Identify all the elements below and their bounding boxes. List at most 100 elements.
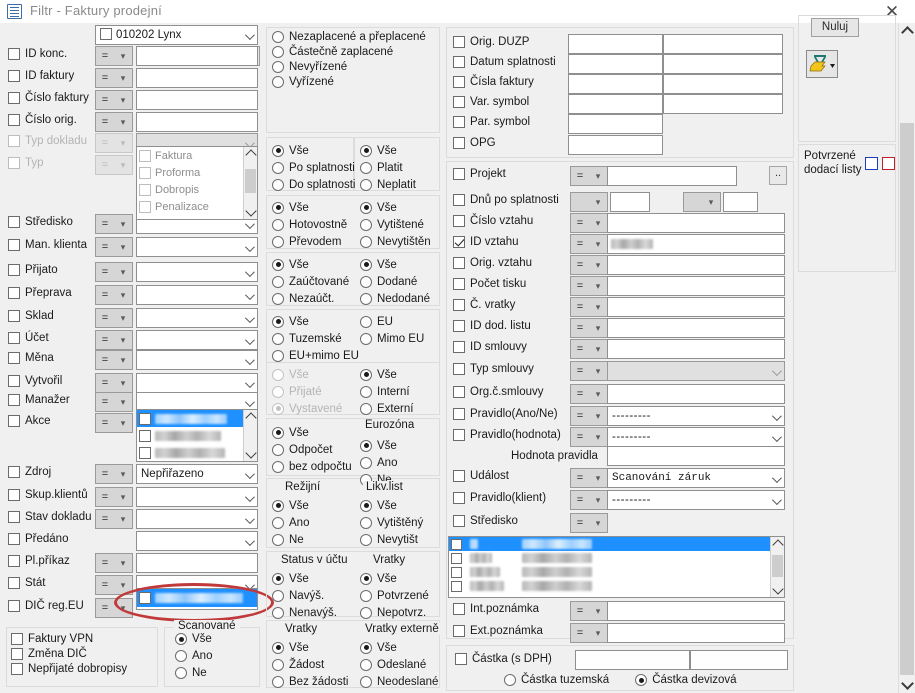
- radio-eurozona-vse[interactable]: [360, 439, 372, 452]
- operator-combo-manazer[interactable]: = ▾: [95, 392, 133, 412]
- checkbox-man-klienta[interactable]: [8, 239, 20, 251]
- row-checkbox[interactable]: [451, 566, 462, 578]
- company-checkbox[interactable]: [100, 28, 112, 40]
- radio-zauctovani-vse[interactable]: [272, 258, 284, 271]
- list-item[interactable]: [137, 410, 257, 427]
- scroll-down-icon[interactable]: [901, 677, 914, 690]
- checkbox-dnu-po-splatnosti[interactable]: [453, 194, 465, 206]
- combo-vytvoril[interactable]: [136, 373, 258, 393]
- operator-combo-id-dod-listu[interactable]: = ▾: [570, 318, 608, 338]
- radio-uzemi-eu-mimo-eu[interactable]: [272, 349, 284, 362]
- operator-combo-pl-prikaz[interactable]: = ▾: [95, 553, 133, 573]
- operator-combo-id-konc[interactable]: = ▾: [95, 46, 133, 66]
- checkbox-pravidlo-ano-ne[interactable]: [453, 408, 465, 420]
- radio-odpocet-bez-odpoctu[interactable]: [272, 460, 284, 473]
- operator-combo-sklad[interactable]: = ▾: [95, 308, 133, 328]
- input-c-vratky[interactable]: [607, 297, 785, 317]
- checkbox-skup-klientu[interactable]: [8, 489, 20, 501]
- operator-combo-cislo-orig[interactable]: = ▾: [95, 112, 133, 132]
- red-checkbox[interactable]: [882, 157, 895, 170]
- checkbox-pravidlo-hodnota[interactable]: [453, 429, 465, 441]
- list-item-checkbox[interactable]: [139, 429, 151, 442]
- input-datum-splatnosti-to[interactable]: [663, 54, 783, 74]
- radio-vratky2-bez-zadosti[interactable]: [272, 675, 284, 688]
- combo-mena[interactable]: [136, 350, 258, 370]
- input-ext-poznamka[interactable]: [607, 623, 785, 643]
- operator-combo-pravidlo-ano-ne[interactable]: = ▾: [570, 406, 608, 426]
- checkbox-penalizace[interactable]: [139, 200, 151, 213]
- checkbox-par-symbol[interactable]: [453, 116, 465, 128]
- input-par-symbol-from[interactable]: [568, 114, 663, 134]
- list-item-checkbox[interactable]: [139, 412, 151, 425]
- operator-combo-pravidlo-hodnota[interactable]: = ▾: [570, 427, 608, 447]
- operator-combo-projekt[interactable]: = ▾: [570, 166, 608, 186]
- operator-combo-id-smlouvy[interactable]: = ▾: [570, 339, 608, 359]
- radio-rezijni-vse[interactable]: [272, 499, 284, 512]
- input-dnu-po-splatnosti-from[interactable]: [610, 192, 650, 212]
- operator-combo-cislo-faktury[interactable]: = ▾: [95, 90, 133, 110]
- combo-ucet[interactable]: [136, 330, 258, 350]
- input-cisla-faktury-to[interactable]: [663, 74, 783, 94]
- radio-platit-platit[interactable]: [360, 161, 372, 174]
- checkbox-datum-splatnosti[interactable]: [453, 56, 465, 68]
- radio-uhrada-hotovostne[interactable]: [272, 218, 284, 231]
- checkbox-ext-poznamka[interactable]: [453, 625, 465, 637]
- table-row[interactable]: [449, 537, 784, 551]
- checkbox-vytvoril[interactable]: [8, 375, 20, 387]
- radio-intext-vse[interactable]: [360, 368, 372, 381]
- input-id-dod-listu[interactable]: [607, 318, 785, 338]
- row-checkbox[interactable]: [451, 552, 462, 564]
- checkbox-preprava[interactable]: [8, 287, 20, 299]
- checkbox-stav-dokladu[interactable]: [8, 511, 20, 523]
- checkbox-dic-reg-eu[interactable]: [8, 600, 20, 612]
- typ-listbox[interactable]: Faktura Proforma Dobropis Penalizace: [136, 146, 258, 220]
- table-row[interactable]: [449, 579, 784, 593]
- operator-combo-vytvoril[interactable]: = ▾: [95, 373, 133, 393]
- radio-zauctovani-zauctovane[interactable]: [272, 275, 284, 288]
- checkbox-orig-duzp[interactable]: [453, 36, 465, 48]
- radio-uzemi-tuzemske[interactable]: [272, 332, 284, 345]
- scroll-down-icon[interactable]: [245, 447, 257, 459]
- radio-paystatus-nezaplacene-a-preplacene[interactable]: [272, 31, 284, 43]
- checkbox-faktura[interactable]: [139, 149, 151, 162]
- input-var-symbol-to[interactable]: [663, 94, 783, 114]
- operator-combo-preprava[interactable]: = ▾: [95, 285, 133, 305]
- radio-paystatus-vyrizene[interactable]: [272, 76, 284, 88]
- checkbox-c-vratky[interactable]: [453, 299, 465, 311]
- checkbox-orig-vztahu[interactable]: [453, 257, 465, 269]
- stredisko-listbox-scrollbar[interactable]: [770, 537, 784, 597]
- combo-man-klienta[interactable]: [136, 237, 258, 257]
- radio-vratky-externe-vse[interactable]: [360, 641, 372, 654]
- radio-castka-tuzemska[interactable]: [504, 674, 516, 686]
- operator-combo-stat[interactable]: = ▾: [95, 575, 133, 595]
- dialog-scrollbar[interactable]: [898, 23, 915, 693]
- akce-listbox[interactable]: [136, 409, 258, 462]
- input-id-vztahu[interactable]: [607, 234, 785, 254]
- checkbox-cislo-vztahu[interactable]: [453, 215, 465, 227]
- list-item[interactable]: [137, 589, 257, 607]
- radio-scanovane-ne[interactable]: [175, 667, 187, 679]
- radio-dodani-vse[interactable]: [360, 258, 372, 271]
- radio-platit-vse[interactable]: [360, 144, 372, 157]
- operator-combo-org-c-smlouvy[interactable]: = ▾: [570, 384, 608, 404]
- radio-splatnost-vse[interactable]: [272, 144, 284, 157]
- operator-combo-ext-poznamka[interactable]: = ▾: [570, 623, 608, 643]
- radio-eu-mimo-eu[interactable]: [360, 332, 372, 345]
- radio-odpocet-odpocet[interactable]: [272, 443, 284, 456]
- radio-uhrada-vse[interactable]: [272, 201, 284, 214]
- input-datum-splatnosti-from[interactable]: [568, 54, 663, 74]
- radio-likvlist-vse[interactable]: [360, 499, 372, 512]
- checkbox-neprijate-dobropisy[interactable]: [11, 663, 23, 675]
- input-id-faktury[interactable]: [136, 68, 258, 88]
- list-item-checkbox[interactable]: [139, 446, 151, 459]
- checkbox-stat[interactable]: [8, 577, 20, 589]
- combo-preprava[interactable]: [136, 285, 258, 305]
- checkbox-cislo-orig[interactable]: [8, 114, 20, 126]
- checkbox-pl-prikaz[interactable]: [8, 555, 20, 567]
- checkbox-proforma[interactable]: [139, 166, 151, 179]
- checkbox-zmena-dic[interactable]: [11, 648, 23, 660]
- input-dnu-po-splatnosti-to[interactable]: [723, 192, 758, 212]
- checkbox-pocet-tisku[interactable]: [453, 278, 465, 290]
- amount-checkbox[interactable]: [455, 653, 467, 665]
- amount-checkbox-row[interactable]: Částka (s DPH): [455, 653, 552, 665]
